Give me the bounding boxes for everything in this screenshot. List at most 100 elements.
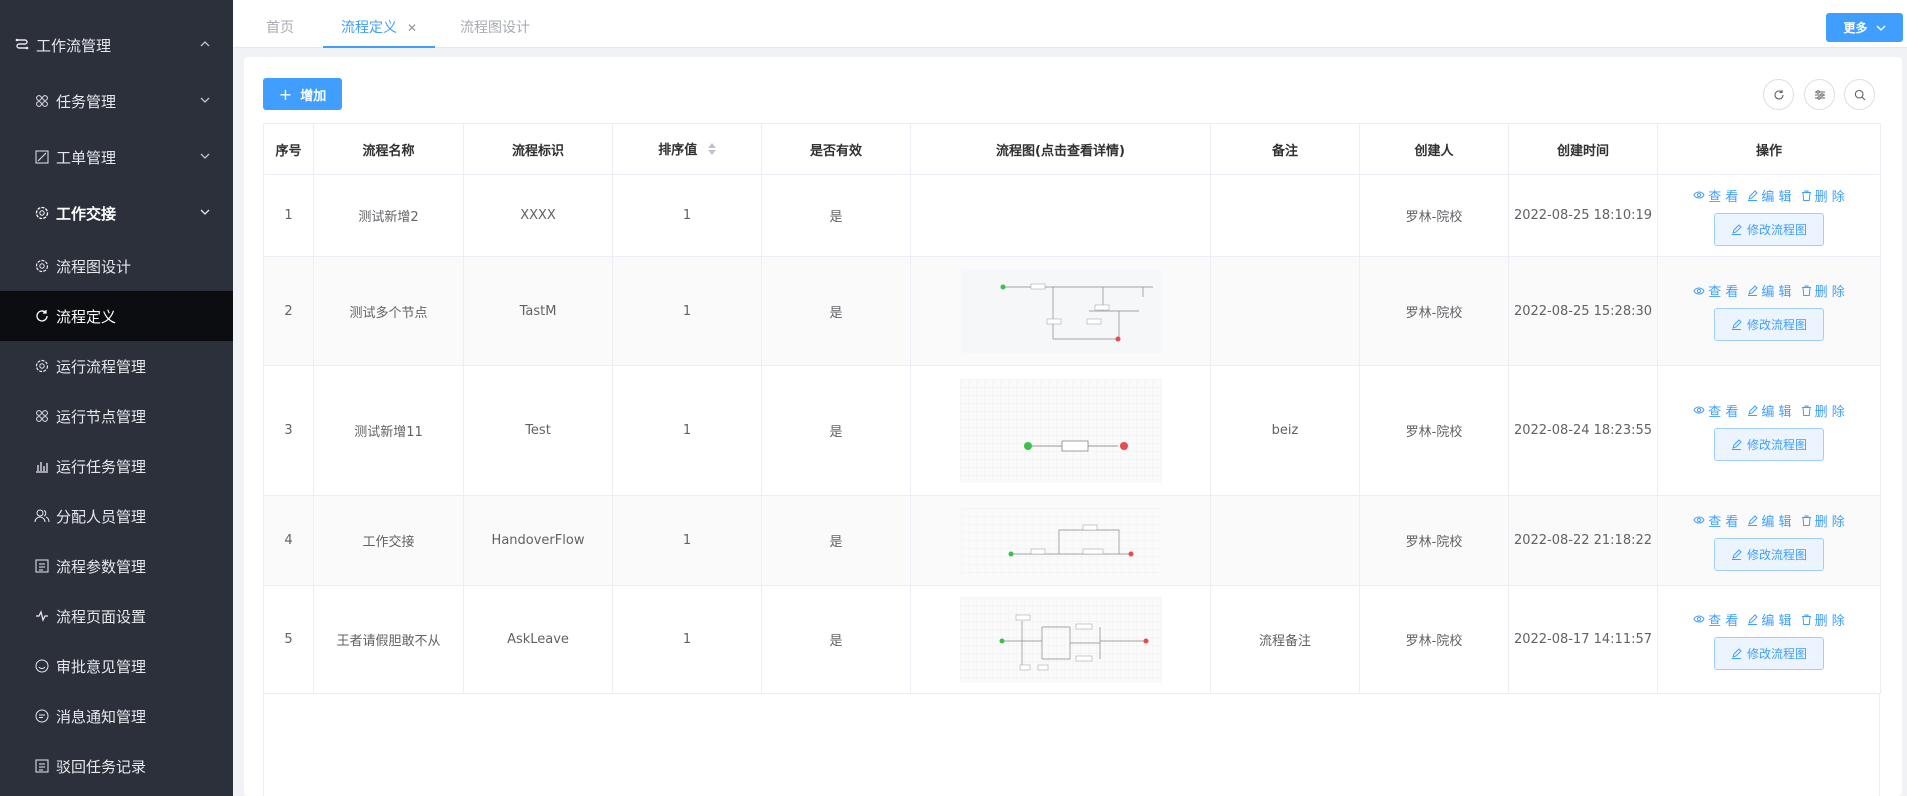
refresh-icon <box>1773 89 1784 99</box>
cell-remark <box>1210 174 1360 257</box>
menu-flow-page-settings[interactable]: 流程页面设置 <box>0 591 233 641</box>
edit-label: 编 辑 <box>1761 613 1792 629</box>
delete-link[interactable]: 删 除 <box>1801 610 1845 629</box>
delete-link[interactable]: 删 除 <box>1801 511 1845 530</box>
edit-flow-button[interactable]: 修改流程图 <box>1713 537 1824 571</box>
menu-flow-params[interactable]: 流程参数管理 <box>0 541 233 591</box>
refresh-icon <box>34 308 50 324</box>
flow-diagram-thumbnail[interactable] <box>959 596 1162 683</box>
header-remark: 备注 <box>1210 123 1360 175</box>
edit-link[interactable]: 编 辑 <box>1747 281 1792 300</box>
edit-icon <box>1748 404 1759 416</box>
close-icon[interactable]: ✕ <box>407 21 417 35</box>
search-button[interactable] <box>1844 79 1875 110</box>
flow-diagram-thumbnail[interactable] <box>960 507 1161 574</box>
view-label: 查 看 <box>1708 613 1739 629</box>
chevron-down-icon <box>1876 25 1885 31</box>
cell-remark: beiz <box>1210 365 1360 496</box>
edit-flow-label: 修改流程图 <box>1746 437 1807 452</box>
view-link[interactable]: 查 看 <box>1693 511 1738 530</box>
cell-sort: 1 <box>612 585 762 694</box>
doc-icon <box>34 758 50 774</box>
cell-no: 1 <box>263 174 314 257</box>
cell-remark <box>1210 256 1360 366</box>
column-settings-button[interactable] <box>1804 79 1835 110</box>
table-row: 1 测试新增2 XXXX 1 是 罗林-院校 2022-08-25 18:10:… <box>263 174 1881 257</box>
cell-diagram <box>910 585 1211 694</box>
view-link[interactable]: 查 看 <box>1693 281 1738 300</box>
more-button[interactable]: 更多 <box>1826 13 1903 42</box>
flow-table: 序号 流程名称 流程标识 排序值 是否有效 流程图(点击查看详情) 备注 创建人… <box>263 123 1881 694</box>
view-label: 查 看 <box>1708 514 1739 530</box>
delete-link[interactable]: 删 除 <box>1801 401 1845 420</box>
cell-diagram <box>910 365 1211 496</box>
delete-label: 删 除 <box>1814 189 1845 205</box>
doc-icon <box>34 558 50 574</box>
header-time: 创建时间 <box>1508 123 1658 175</box>
menu-running-node[interactable]: 运行节点管理 <box>0 391 233 441</box>
cell-creator: 罗林-院校 <box>1359 585 1509 694</box>
view-link[interactable]: 查 看 <box>1693 186 1738 205</box>
menu-label: 流程页面设置 <box>56 607 147 626</box>
edit-icon <box>1748 189 1759 201</box>
cell-valid: 是 <box>761 585 911 694</box>
menu-task-management[interactable]: 任务管理 <box>0 76 233 126</box>
cell-sort: 1 <box>612 256 762 366</box>
tab-flow-design[interactable]: 流程图设计 <box>460 8 530 48</box>
menu-running-task[interactable]: 运行任务管理 <box>0 441 233 491</box>
delete-label: 删 除 <box>1814 514 1845 530</box>
header-sort[interactable]: 排序值 <box>612 123 762 175</box>
cell-diagram <box>910 495 1211 586</box>
delete-link[interactable]: 删 除 <box>1801 281 1845 300</box>
edit-flow-button[interactable]: 修改流程图 <box>1713 212 1824 246</box>
edit-flow-button[interactable]: 修改流程图 <box>1713 636 1824 670</box>
sort-icon[interactable] <box>707 142 716 159</box>
table-row: 4 工作交接 HandoverFlow 1 是 罗林-院校 2022-08-22… <box>263 495 1881 586</box>
header-creator: 创建人 <box>1359 123 1509 175</box>
menu-running-flow[interactable]: 运行流程管理 <box>0 341 233 391</box>
trash-icon <box>1801 405 1811 416</box>
tab-home[interactable]: 首页 <box>266 8 294 48</box>
menu-message-notify[interactable]: 消息通知管理 <box>0 691 233 741</box>
header-no: 序号 <box>263 123 314 175</box>
edit-link[interactable]: 编 辑 <box>1747 610 1792 629</box>
table-row: 3 测试新增11 Test 1 是 beiz 罗林-院校 2022-08-24 … <box>263 365 1881 496</box>
menu-label: 流程图设计 <box>56 257 132 276</box>
cell-remark: 流程备注 <box>1210 585 1360 694</box>
cell-no: 5 <box>263 585 314 694</box>
tab-flow-definition[interactable]: 流程定义 ✕ <box>323 8 436 48</box>
more-label: 更多 <box>1843 21 1868 35</box>
add-button[interactable]: + 增加 <box>263 78 342 110</box>
edit-link[interactable]: 编 辑 <box>1747 511 1792 530</box>
menu-assign-users[interactable]: 分配人员管理 <box>0 491 233 541</box>
flow-diagram-thumbnail[interactable] <box>960 269 1161 353</box>
refresh-button[interactable] <box>1763 79 1794 110</box>
cell-creator: 罗林-院校 <box>1359 256 1509 366</box>
cell-name: 王者请假胆敢不从 <box>313 585 464 694</box>
edit-link[interactable]: 编 辑 <box>1747 186 1792 205</box>
view-link[interactable]: 查 看 <box>1693 401 1738 420</box>
menu-rejected-tasks[interactable]: 驳回任务记录 <box>0 741 233 791</box>
menu-flow-definition[interactable]: 流程定义 <box>0 291 233 341</box>
edit-link[interactable]: 编 辑 <box>1747 401 1792 420</box>
edit-flow-button[interactable]: 修改流程图 <box>1713 427 1824 461</box>
menu-approval-opinions[interactable]: 审批意见管理 <box>0 641 233 691</box>
cell-name: 工作交接 <box>313 495 464 586</box>
tab-label: 流程图设计 <box>460 20 530 36</box>
menu-label: 运行流程管理 <box>56 357 147 376</box>
delete-link[interactable]: 删 除 <box>1801 186 1845 205</box>
menu-handover[interactable]: 工作交接 <box>0 188 233 238</box>
flow-diagram-thumbnail[interactable] <box>959 378 1162 483</box>
edit-flow-button[interactable]: 修改流程图 <box>1713 308 1824 341</box>
view-label: 查 看 <box>1708 189 1739 205</box>
edit-icon <box>1731 438 1742 450</box>
menu-label: 流程参数管理 <box>56 557 147 576</box>
view-label: 查 看 <box>1708 285 1739 300</box>
menu-ticket-management[interactable]: 工单管理 <box>0 132 233 182</box>
gear-icon <box>34 258 50 274</box>
menu-flow-design[interactable]: 流程图设计 <box>0 241 233 291</box>
menu-workflow-management[interactable]: 工作流管理 <box>0 20 233 70</box>
view-link[interactable]: 查 看 <box>1693 610 1738 629</box>
cell-sort: 1 <box>612 174 762 257</box>
cell-ops: 查 看 编 辑 删 除 修改流程图 <box>1657 256 1881 366</box>
